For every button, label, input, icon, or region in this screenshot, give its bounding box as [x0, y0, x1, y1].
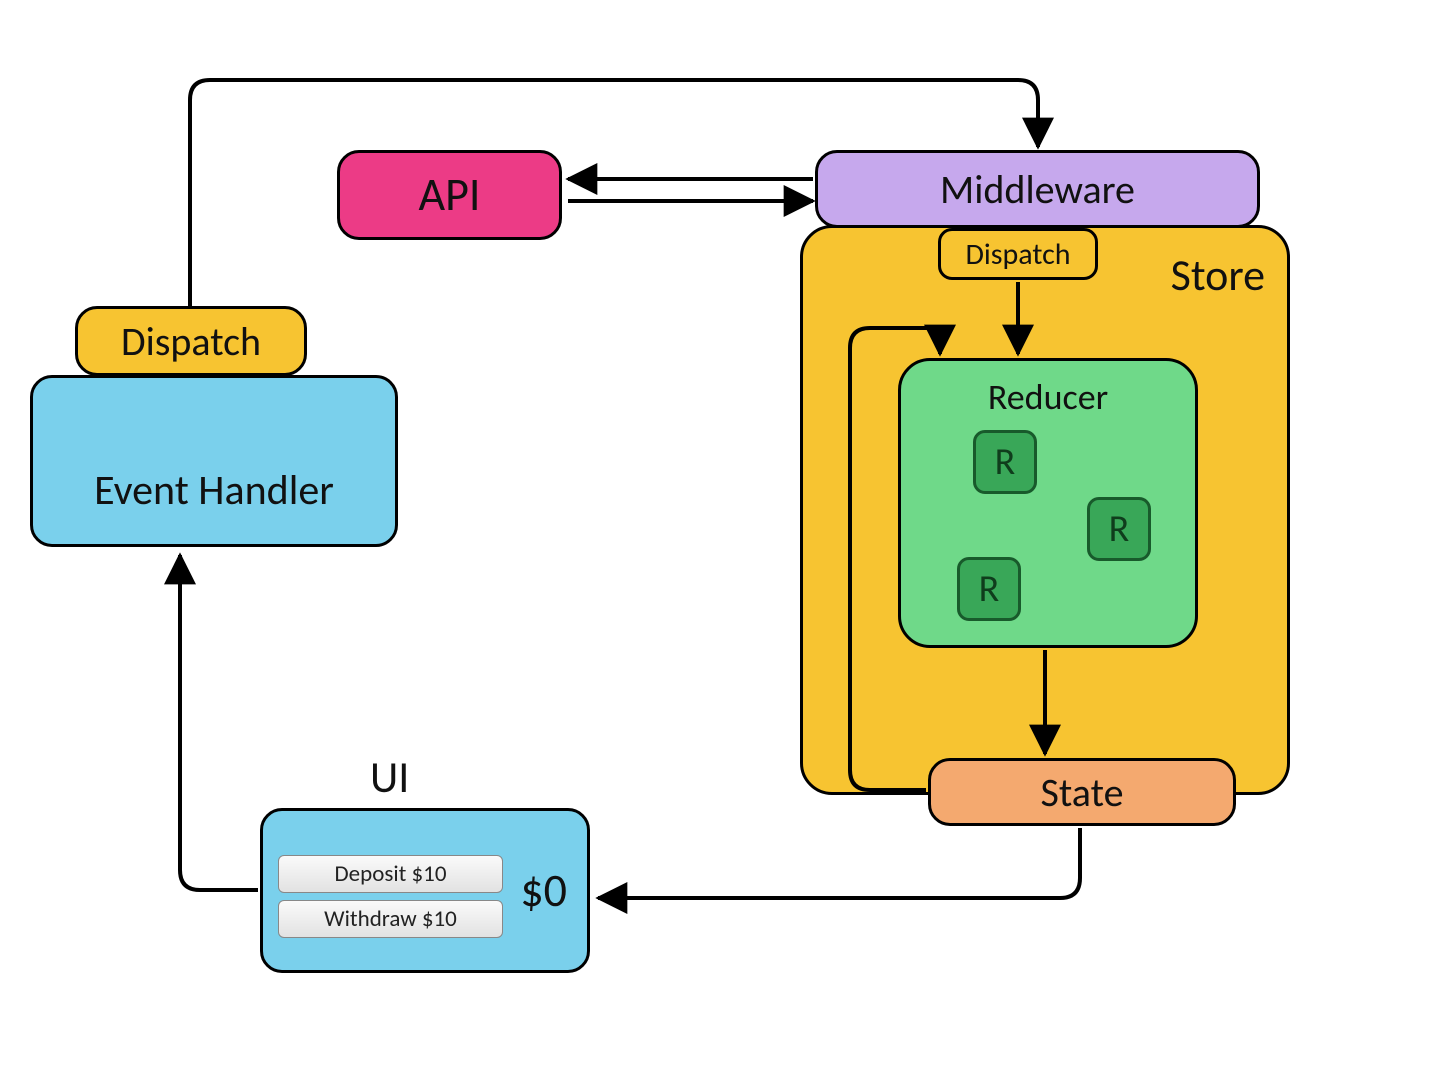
- reducer-sub-r-2: R: [1087, 497, 1151, 561]
- store-label: Store: [1171, 248, 1265, 302]
- state-label: State: [1041, 768, 1124, 817]
- withdraw-button[interactable]: Withdraw $10: [278, 900, 503, 938]
- reducer-sub-r-3-label: R: [979, 566, 1000, 612]
- reducer-sub-r-3: R: [957, 557, 1021, 621]
- state-box: State: [928, 758, 1236, 826]
- withdraw-button-label: Withdraw $10: [324, 905, 457, 933]
- event-handler-box: Event Handler: [30, 375, 398, 547]
- deposit-button-label: Deposit $10: [335, 860, 447, 888]
- ui-heading: UI: [370, 750, 409, 804]
- store-dispatch-label: Dispatch: [965, 236, 1070, 273]
- event-handler-dispatch-label: Dispatch: [121, 317, 261, 366]
- reducer-sub-r-2-label: R: [1109, 506, 1130, 552]
- event-handler-dispatch-box: Dispatch: [75, 306, 307, 376]
- ui-balance: $0: [520, 863, 567, 919]
- api-label: API: [419, 167, 481, 223]
- api-box: API: [337, 150, 562, 240]
- deposit-button[interactable]: Deposit $10: [278, 855, 503, 893]
- reducer-box: Reducer: [898, 358, 1198, 648]
- reducer-label: Reducer: [988, 375, 1108, 419]
- middleware-label: Middleware: [940, 165, 1135, 214]
- reducer-sub-r-1-label: R: [995, 439, 1016, 485]
- middleware-box: Middleware: [815, 150, 1260, 228]
- store-dispatch-box: Dispatch: [938, 228, 1098, 280]
- reducer-sub-r-1: R: [973, 430, 1037, 494]
- event-handler-label: Event Handler: [94, 465, 334, 516]
